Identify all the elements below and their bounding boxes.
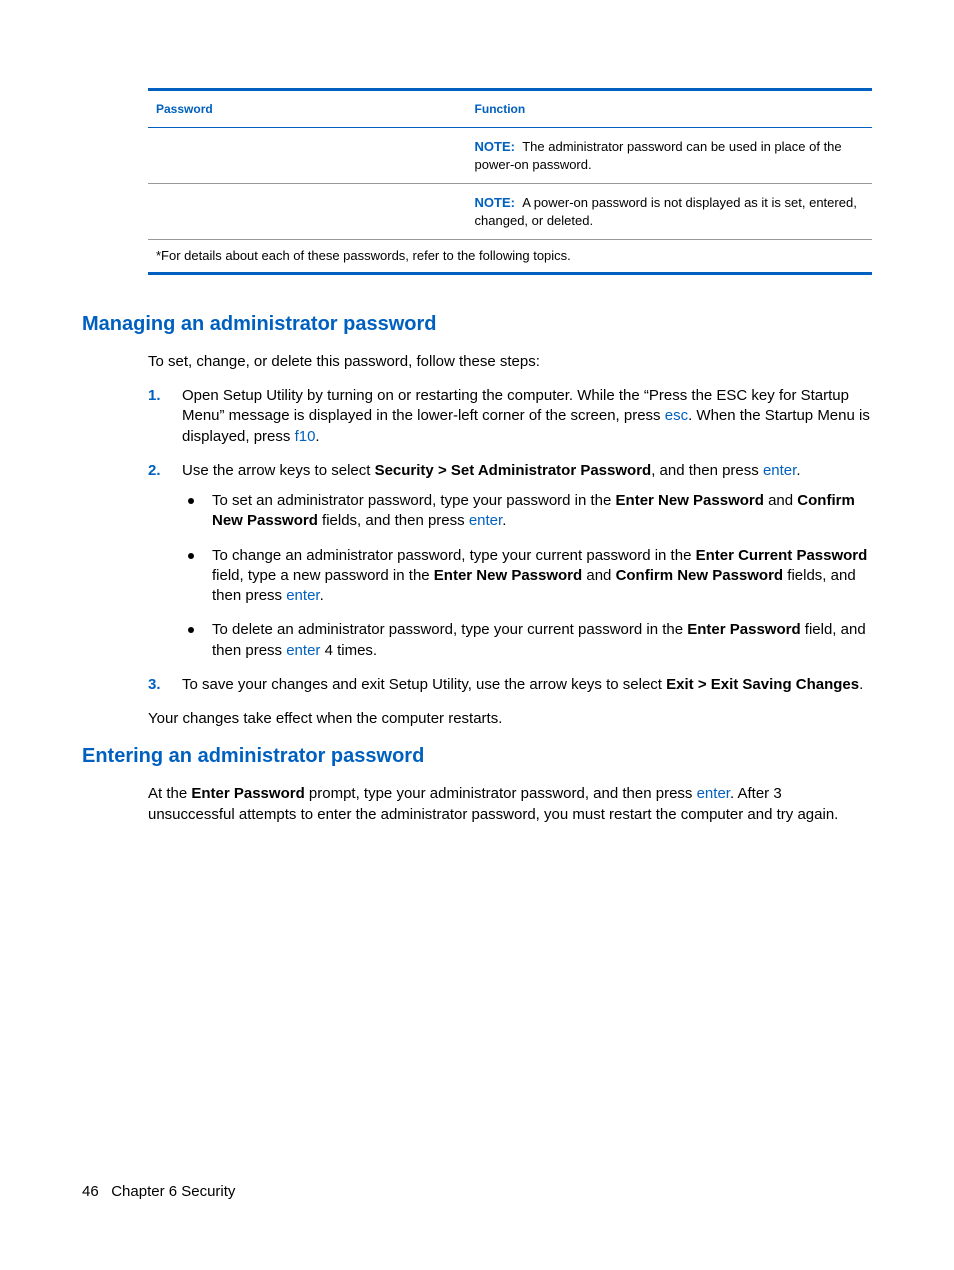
table-footnote: *For details about each of these passwor… bbox=[148, 240, 872, 274]
key-enter: enter bbox=[286, 642, 320, 659]
step2-text-b: , and then press bbox=[651, 462, 763, 479]
step2-bullets: To set an administrator password, type y… bbox=[182, 491, 872, 661]
heading-entering-password: Entering an administrator password bbox=[82, 743, 872, 770]
section1-body: To set, change, or delete this password,… bbox=[148, 352, 872, 730]
note2-text: A power-on password is not displayed as … bbox=[475, 195, 857, 228]
s2b: prompt, type your administrator password… bbox=[305, 785, 697, 802]
step-number: 2. bbox=[148, 461, 161, 481]
b1a: To set an administrator password, type y… bbox=[212, 492, 616, 509]
table-header-password: Password bbox=[148, 90, 467, 128]
table-cell-empty bbox=[148, 184, 467, 240]
page-content: Password Function NOTE: The administrato… bbox=[0, 0, 954, 1270]
s2f1: Enter Password bbox=[191, 785, 304, 802]
s2a: At the bbox=[148, 785, 191, 802]
s3b: . bbox=[859, 676, 863, 693]
step-3: 3. To save your changes and exit Setup U… bbox=[148, 675, 872, 695]
table-row: NOTE: The administrator password can be … bbox=[148, 128, 872, 184]
steps-list: 1. Open Setup Utility by turning on or r… bbox=[148, 386, 872, 695]
step2-path: Security > Set Administrator Password bbox=[375, 462, 652, 479]
s3path: Exit > Exit Saving Changes bbox=[666, 676, 859, 693]
s3a: To save your changes and exit Setup Util… bbox=[182, 676, 666, 693]
step1-text-c: . bbox=[315, 428, 319, 445]
key-enter: enter bbox=[286, 587, 319, 604]
b1f1: Enter New Password bbox=[616, 492, 764, 509]
section1-intro: To set, change, or delete this password,… bbox=[148, 352, 872, 372]
b2f1: Enter Current Password bbox=[696, 547, 868, 564]
b2c: and bbox=[582, 567, 615, 584]
b2f2: Enter New Password bbox=[434, 567, 582, 584]
key-esc: esc bbox=[665, 407, 688, 424]
bullet-delete-password: To delete an administrator password, typ… bbox=[182, 620, 872, 661]
key-enter: enter bbox=[697, 785, 730, 802]
password-table-wrap: Password Function NOTE: The administrato… bbox=[148, 88, 872, 275]
bullet-set-password: To set an administrator password, type y… bbox=[182, 491, 872, 532]
section2-para: At the Enter Password prompt, type your … bbox=[148, 784, 872, 825]
key-enter: enter bbox=[469, 512, 502, 529]
table-header-function: Function bbox=[467, 90, 872, 128]
step-number: 3. bbox=[148, 675, 161, 695]
table-footnote-row: *For details about each of these passwor… bbox=[148, 240, 872, 274]
table-cell-empty bbox=[148, 128, 467, 184]
b1c: fields, and then press bbox=[318, 512, 469, 529]
b2f3: Confirm New Password bbox=[616, 567, 784, 584]
section1-outro: Your changes take effect when the comput… bbox=[148, 709, 872, 729]
note-label: NOTE: bbox=[475, 195, 515, 210]
b3a: To delete an administrator password, typ… bbox=[212, 621, 687, 638]
table-row: NOTE: A power-on password is not display… bbox=[148, 184, 872, 240]
note1-text: The administrator password can be used i… bbox=[475, 139, 842, 172]
step-2: 2. Use the arrow keys to select Security… bbox=[148, 461, 872, 661]
table-cell-note2: NOTE: A power-on password is not display… bbox=[467, 184, 872, 240]
b2b: field, type a new password in the bbox=[212, 567, 434, 584]
chapter-label: Chapter 6 Security bbox=[111, 1183, 235, 1200]
table-cell-note1: NOTE: The administrator password can be … bbox=[467, 128, 872, 184]
b1b: and bbox=[764, 492, 797, 509]
note-label: NOTE: bbox=[475, 139, 515, 154]
step-1: 1. Open Setup Utility by turning on or r… bbox=[148, 386, 872, 447]
key-enter: enter bbox=[763, 462, 796, 479]
b2a: To change an administrator password, typ… bbox=[212, 547, 696, 564]
section2-body: At the Enter Password prompt, type your … bbox=[148, 784, 872, 825]
heading-managing-password: Managing an administrator password bbox=[82, 311, 872, 338]
page-number: 46 bbox=[82, 1183, 99, 1200]
b2e: . bbox=[320, 587, 324, 604]
page-footer: 46 Chapter 6 Security bbox=[82, 1182, 235, 1202]
key-f10: f10 bbox=[295, 428, 316, 445]
b1d: . bbox=[502, 512, 506, 529]
password-function-table: Password Function NOTE: The administrato… bbox=[148, 88, 872, 275]
step-number: 1. bbox=[148, 386, 161, 406]
step2-text-c: . bbox=[796, 462, 800, 479]
b3f1: Enter Password bbox=[687, 621, 800, 638]
bullet-change-password: To change an administrator password, typ… bbox=[182, 546, 872, 607]
b3c: 4 times. bbox=[320, 642, 377, 659]
step2-text-a: Use the arrow keys to select bbox=[182, 462, 375, 479]
